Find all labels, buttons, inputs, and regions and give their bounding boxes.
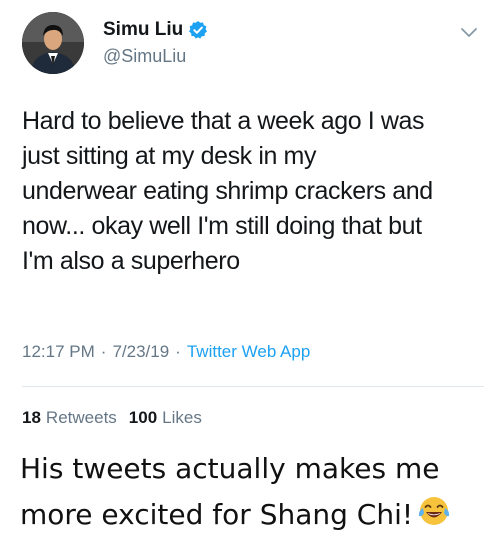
user-handle[interactable]: @SimuLiu	[103, 46, 186, 67]
retweets-label: Retweets	[45, 408, 117, 427]
tweet-meta: 12:17 PM · 7/23/19 · Twitter Web App	[22, 342, 310, 362]
caption-text: His tweets actually makes me more excite…	[20, 452, 440, 531]
likes-label: Likes	[162, 408, 202, 427]
tweet-card: Simu Liu @SimuLiu Hard to believe that a…	[0, 0, 500, 440]
display-name-row: Simu Liu	[103, 17, 208, 43]
likes-stat[interactable]: 100 Likes	[129, 408, 202, 428]
meta-separator: ·	[175, 342, 181, 361]
tweet-time[interactable]: 12:17 PM	[22, 342, 95, 362]
avatar[interactable]	[22, 12, 84, 74]
meta-separator: ·	[100, 342, 107, 361]
chevron-down-icon[interactable]	[460, 26, 478, 38]
caption: His tweets actually makes me more excite…	[20, 446, 490, 542]
display-name[interactable]: Simu Liu	[103, 19, 183, 41]
tweet-text: Hard to believe that a week ago I was ju…	[22, 107, 433, 275]
retweets-count: 18	[22, 408, 41, 427]
divider	[22, 386, 484, 387]
tweet-source-link[interactable]: Twitter Web App	[187, 342, 310, 362]
avatar-photo	[22, 12, 84, 74]
tweet-stats: 18 Retweets 100 Likes	[22, 408, 202, 428]
likes-count: 100	[128, 408, 158, 427]
face-with-tears-of-joy-icon	[417, 494, 451, 542]
tweet-date[interactable]: 7/23/19	[112, 342, 169, 362]
retweets-stat[interactable]: 18 Retweets	[22, 408, 117, 428]
verified-badge-icon	[188, 20, 208, 40]
